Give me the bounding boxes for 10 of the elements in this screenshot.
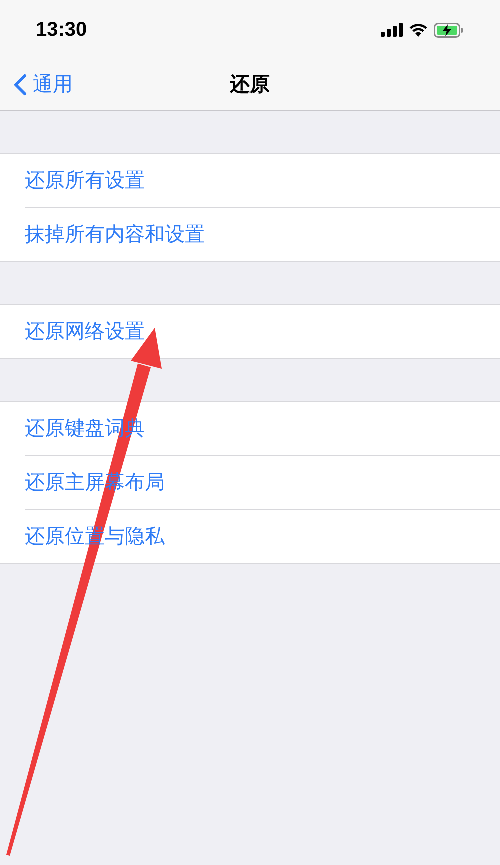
back-button[interactable]: 通用: [0, 70, 73, 100]
settings-row[interactable]: 抹掉所有内容和设置: [25, 208, 500, 261]
page-title: 还原: [230, 73, 270, 98]
settings-row[interactable]: 还原网络设置: [25, 305, 500, 358]
back-chevron-icon: [14, 74, 27, 96]
settings-row[interactable]: 还原所有设置: [25, 154, 500, 207]
wifi-icon: [409, 23, 428, 37]
signal-icon: [381, 23, 403, 37]
status-time: 13:30: [36, 18, 88, 43]
battery-icon: [434, 22, 464, 38]
